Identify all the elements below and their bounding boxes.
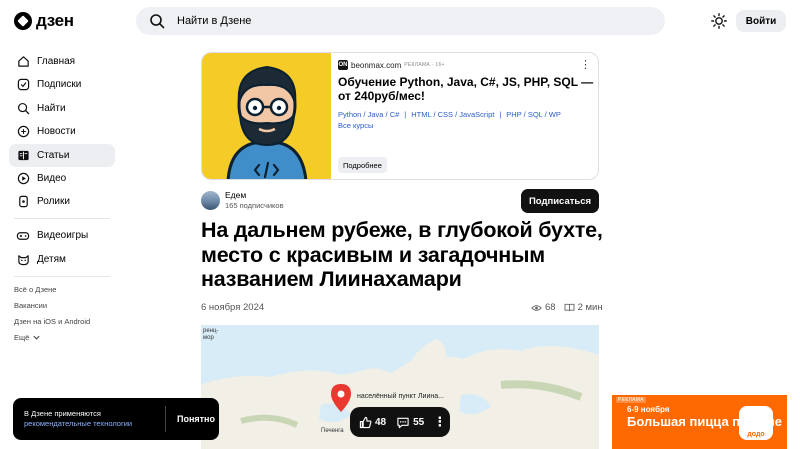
ad-headline[interactable]: Обучение Python, Java, C#, JS, PHP, SQL …	[338, 75, 596, 103]
ad-tag: РЕКЛАМА · 16+	[404, 62, 445, 68]
notice-divider	[165, 406, 166, 432]
sidebar-divider	[14, 275, 110, 277]
link-separator: |	[499, 110, 502, 119]
ad-body: ON beonmax.com РЕКЛАМА · 16+ Обучение Py…	[338, 59, 596, 131]
map-pin-label: населённый пункт Лиина...	[357, 393, 444, 400]
notice-link[interactable]: рекомендательные технологии	[24, 419, 132, 428]
comment-icon	[397, 417, 409, 428]
search-bar[interactable]	[136, 7, 665, 35]
shorts-icon	[16, 195, 30, 209]
footer-link-more[interactable]: Ещё	[9, 330, 115, 346]
views-count: 68	[545, 302, 556, 313]
author-name[interactable]: Едем	[225, 190, 284, 200]
gamepad-icon	[16, 229, 30, 243]
news-icon	[16, 125, 30, 139]
sidebar-item-label: Ролики	[37, 196, 70, 208]
theme-toggle-button[interactable]	[709, 11, 729, 31]
articles-icon	[16, 148, 30, 162]
sidebar-item-label: Найти	[37, 102, 66, 114]
notice-message: В Дзене применяются	[24, 409, 101, 418]
map-label-sea: мор	[203, 335, 214, 341]
chevron-down-icon	[33, 336, 40, 340]
search-icon	[150, 14, 165, 29]
book-icon	[564, 303, 575, 312]
sidebar-item-video[interactable]: Видео	[9, 167, 115, 190]
ad-link-all-courses[interactable]: Все курсы	[338, 121, 373, 130]
article-title: На дальнем рубеже, в глубокой бухте, мес…	[201, 218, 603, 291]
sidebar-item-search[interactable]: Найти	[9, 97, 115, 120]
ad-menu-icon[interactable]: ⋮	[580, 58, 591, 71]
footer-link-about[interactable]: Всё о Дзене	[9, 282, 115, 298]
comments-count: 55	[413, 416, 425, 428]
read-time: 2 мин	[577, 302, 603, 313]
footer-link-vacancies[interactable]: Вакансии	[9, 298, 115, 314]
search-input[interactable]	[177, 15, 637, 27]
ad-card[interactable]: ON beonmax.com РЕКЛАМА · 16+ Обучение Py…	[201, 52, 599, 180]
home-icon	[16, 55, 30, 69]
search-icon	[16, 101, 30, 115]
thumbs-up-icon	[359, 416, 372, 428]
sidebar-item-subscriptions[interactable]: Подписки	[9, 73, 115, 96]
notice-text: В Дзене применяются рекомендательные тех…	[24, 409, 132, 429]
map-label-barents: ренц-	[203, 328, 219, 334]
eye-icon	[531, 304, 542, 311]
article-actions-bar: 48 55 ⋮	[350, 407, 450, 437]
banner-ad-tag: РЕКЛАМА	[616, 397, 646, 403]
likes-count: 48	[375, 416, 387, 428]
ad-source-name[interactable]: beonmax.com	[351, 61, 401, 70]
ad-source: ON beonmax.com РЕКЛАМА · 16+	[338, 59, 596, 71]
map-label-pechenga: Печенга	[321, 428, 344, 434]
login-button[interactable]: Войти	[736, 10, 786, 32]
video-icon	[16, 171, 30, 185]
dzen-logo-icon	[14, 12, 32, 30]
ad-link[interactable]: HTML / CSS / JavaScript	[411, 110, 494, 119]
dodo-logo-text: додо	[747, 431, 765, 438]
link-separator: |	[404, 110, 407, 119]
ad-links: Python / Java / C# | HTML / CSS / JavaScri…	[338, 109, 596, 131]
dodo-logo: додо	[739, 406, 773, 440]
sidebar-item-kids[interactable]: Детям	[9, 248, 115, 271]
sidebar-item-home[interactable]: Главная	[9, 50, 115, 73]
sidebar-item-label: Подписки	[37, 79, 82, 91]
author-subscribers: 165 подписчиков	[225, 201, 284, 210]
sidebar-item-news[interactable]: Новости	[9, 120, 115, 143]
map-pin-icon	[331, 384, 351, 412]
notice-ok-button[interactable]: Понятно	[173, 408, 219, 430]
avatar[interactable]	[201, 190, 220, 210]
like-button[interactable]: 48	[359, 416, 386, 429]
ad-more-button[interactable]: Подробнее	[338, 157, 387, 173]
ad-link[interactable]: Python / Java / C#	[338, 110, 399, 119]
sidebar-item-label: Главная	[37, 56, 76, 67]
sidebar-item-videogames[interactable]: Видеоигры	[9, 224, 115, 247]
sun-icon	[711, 13, 727, 29]
ad-link[interactable]: PHP / SQL / WP	[506, 110, 561, 119]
sidebar-item-label: Статьи	[37, 149, 70, 161]
ad-image	[202, 53, 331, 179]
subscriptions-icon	[16, 78, 30, 92]
dodo-ad-banner[interactable]: РЕКЛАМА 6-9 ноября Большая пицца по цене…	[612, 395, 787, 449]
more-label: Ещё	[14, 333, 30, 343]
dzen-logo[interactable]: дзен	[14, 10, 74, 32]
sidebar-item-label: Видеоигры	[37, 230, 89, 242]
sidebar: Главная Подписки Найти Новости Статьи Ви…	[9, 50, 115, 346]
article-date: 6 ноября 2024	[201, 302, 265, 313]
sidebar-item-label: Детям	[37, 253, 66, 265]
beonmax-favicon-icon: ON	[338, 60, 348, 70]
kids-icon	[16, 252, 30, 266]
sidebar-item-label: Новости	[37, 126, 76, 138]
comments-button[interactable]: 55	[396, 416, 424, 429]
programmer-illustration	[226, 65, 308, 179]
sidebar-item-shorts[interactable]: Ролики	[9, 190, 115, 213]
sidebar-item-label: Видео	[37, 172, 67, 184]
recommendation-notice: В Дзене применяются рекомендательные тех…	[13, 398, 219, 440]
subscribe-button[interactable]: Подписаться	[521, 189, 599, 213]
banner-dates: 6-9 ноября	[627, 405, 670, 414]
sidebar-divider	[14, 218, 110, 220]
article-stats: 68 2 мин	[531, 302, 603, 313]
footer-link-apps[interactable]: Дзен на iOS и Android	[9, 314, 115, 330]
more-actions-icon[interactable]: ⋮	[433, 414, 446, 430]
author-block[interactable]: Едем 165 подписчиков	[201, 190, 284, 210]
logo-text: дзен	[36, 11, 74, 30]
sidebar-item-articles[interactable]: Статьи	[9, 143, 115, 167]
